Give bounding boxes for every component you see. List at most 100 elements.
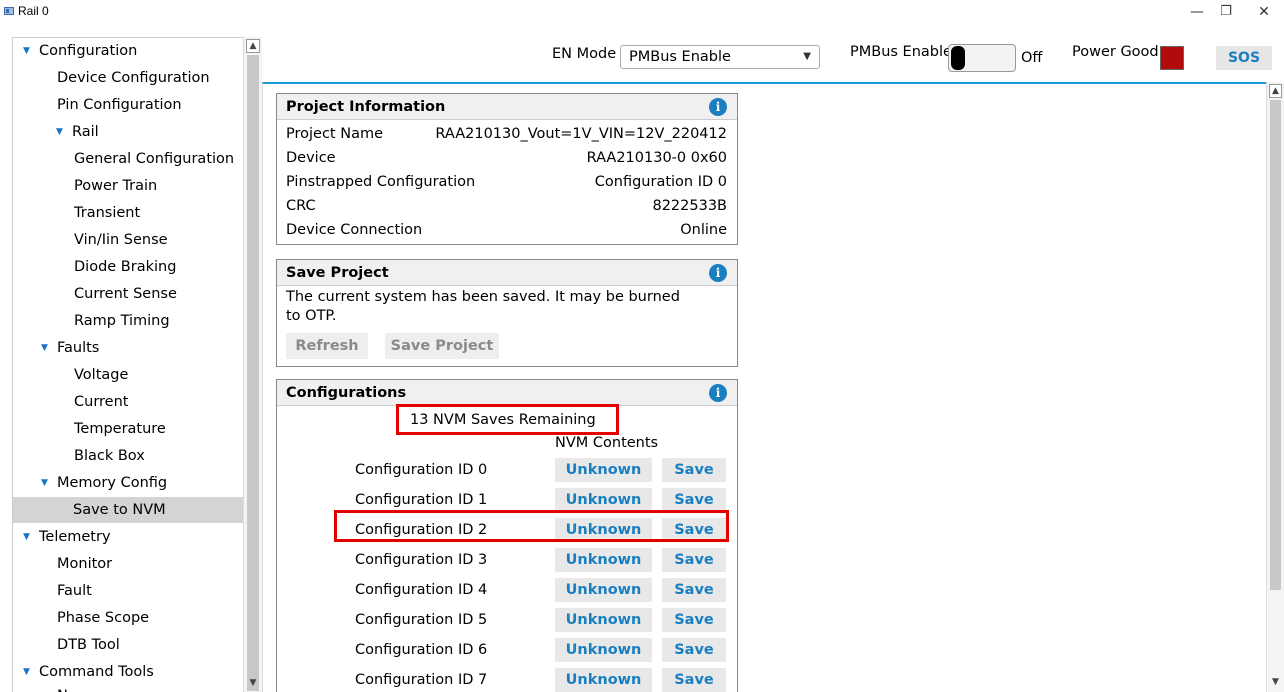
info-row: Project Name RAA210130_Vout=1V_VIN=12V_22…: [277, 122, 737, 146]
expand-arrow-icon[interactable]: ▼: [56, 119, 63, 145]
power-good-label: Power Good: [1072, 44, 1159, 60]
config-id-7-save-button[interactable]: Save: [662, 668, 726, 692]
config-id-3-save-button[interactable]: Save: [662, 548, 726, 572]
row-label: Device Connection: [286, 222, 423, 238]
tree-transient[interactable]: Transient: [74, 200, 140, 226]
tree-dtb-tool[interactable]: DTB Tool: [57, 632, 120, 658]
power-good-indicator: [1160, 46, 1184, 70]
expand-arrow-icon[interactable]: ▼: [23, 38, 30, 64]
navigation-tree: ▼ Configuration Device Configuration Pin…: [12, 37, 262, 692]
info-icon[interactable]: i: [709, 384, 727, 402]
sidebar-scrollbar[interactable]: ▲ ▼: [243, 37, 262, 692]
config-id-1-nvm-status[interactable]: Unknown: [555, 488, 652, 512]
tree-rail[interactable]: ▼ Rail: [56, 119, 99, 145]
scroll-up-icon[interactable]: ▲: [1269, 84, 1282, 98]
row-label: Pinstrapped Configuration: [286, 174, 476, 190]
row-value: Online: [680, 222, 727, 238]
expand-arrow-icon[interactable]: ▼: [41, 470, 48, 496]
tree-ramp-timing[interactable]: Ramp Timing: [74, 308, 170, 334]
close-button[interactable]: ✕: [1244, 2, 1284, 22]
tree-black-box[interactable]: Black Box: [74, 443, 145, 469]
config-id-3-nvm-status[interactable]: Unknown: [555, 548, 652, 572]
save-message-line-1: The current system has been saved. It ma…: [286, 289, 680, 305]
nvm-contents-header: NVM Contents: [555, 435, 659, 451]
main-scrollbar[interactable]: ▲ ▼: [1266, 82, 1284, 692]
en-mode-label: EN Mode: [552, 46, 617, 62]
scroll-up-icon[interactable]: ▲: [246, 39, 260, 53]
tree-label: Telemetry: [39, 529, 111, 545]
tree-faults[interactable]: ▼ Faults: [41, 335, 100, 361]
config-id-5-save-button[interactable]: Save: [662, 608, 726, 632]
info-icon[interactable]: i: [709, 98, 727, 116]
config-id-0-save-button[interactable]: Save: [662, 458, 726, 482]
tree-label: Command Tools: [39, 664, 154, 680]
title-bar: Rail 0 — ❐ ✕: [0, 0, 1284, 26]
scroll-thumb[interactable]: [1270, 100, 1281, 590]
highlight-box: [334, 510, 729, 542]
scroll-down-icon[interactable]: ▼: [246, 677, 260, 691]
toggle-knob[interactable]: [951, 46, 965, 70]
tree-device-configuration[interactable]: Device Configuration: [57, 65, 210, 91]
scroll-thumb[interactable]: [247, 55, 259, 691]
panel-header: Save Project i: [277, 260, 737, 286]
panel-title: Project Information: [286, 99, 446, 115]
config-id-7-nvm-status[interactable]: Unknown: [555, 668, 652, 692]
info-icon[interactable]: i: [709, 264, 727, 282]
tree-current-sense[interactable]: Current Sense: [74, 281, 177, 307]
expand-arrow-icon[interactable]: ▼: [23, 524, 30, 550]
expand-arrow-icon[interactable]: ▼: [41, 335, 48, 361]
refresh-button[interactable]: Refresh: [286, 333, 368, 359]
pmbus-enable-label: PMBus Enable: [850, 44, 952, 60]
tree-phase-scope[interactable]: Phase Scope: [57, 605, 149, 631]
tree-vin-iin-sense[interactable]: Vin/Iin Sense: [74, 227, 168, 253]
pmbus-enable-toggle[interactable]: [948, 44, 1016, 72]
tree-temperature[interactable]: Temperature: [74, 416, 166, 442]
save-project-button[interactable]: Save Project: [385, 333, 499, 359]
tree-telemetry[interactable]: ▼ Telemetry: [23, 524, 111, 550]
tree-monitor[interactable]: Monitor: [57, 551, 112, 577]
en-mode-select[interactable]: PMBus Enable ▼: [620, 45, 820, 69]
tree-item-partial[interactable]: N...: [57, 683, 82, 692]
pmbus-enable-state: Off: [1021, 50, 1043, 66]
info-row: Device RAA210130-0 0x60: [277, 146, 737, 170]
panel-title: Save Project: [286, 265, 389, 281]
scroll-down-icon[interactable]: ▼: [1269, 676, 1282, 690]
tree-memory-config[interactable]: ▼ Memory Config: [41, 470, 167, 496]
app-icon: [4, 7, 14, 15]
config-id-5-label: Configuration ID 5: [355, 612, 488, 628]
row-value: Configuration ID 0: [594, 174, 727, 190]
config-id-4-label: Configuration ID 4: [355, 582, 488, 598]
config-id-6-save-button[interactable]: Save: [662, 638, 726, 662]
row-value: RAA210130_Vout=1V_VIN=12V_220412: [435, 126, 727, 142]
expand-arrow-icon[interactable]: ▼: [23, 659, 30, 685]
tree-save-to-nvm[interactable]: Save to NVM: [13, 497, 244, 523]
tree-diode-braking[interactable]: Diode Braking: [74, 254, 176, 280]
tree-pin-configuration[interactable]: Pin Configuration: [57, 92, 182, 118]
config-id-4-save-button[interactable]: Save: [662, 578, 726, 602]
tree-power-train[interactable]: Power Train: [74, 173, 157, 199]
config-id-1-save-button[interactable]: Save: [662, 488, 726, 512]
config-id-7-label: Configuration ID 7: [355, 672, 488, 688]
config-id-5-nvm-status[interactable]: Unknown: [555, 608, 652, 632]
tree-current[interactable]: Current: [74, 389, 128, 415]
row-label: CRC: [286, 198, 316, 214]
en-mode-value: PMBus Enable: [629, 49, 731, 65]
config-id-6-nvm-status[interactable]: Unknown: [555, 638, 652, 662]
tree-general-configuration[interactable]: General Configuration: [74, 146, 234, 172]
config-id-0-label: Configuration ID 0: [355, 462, 488, 478]
panel-title: Configurations: [286, 385, 407, 401]
tree-voltage[interactable]: Voltage: [74, 362, 128, 388]
info-row: CRC 8222533B: [277, 194, 737, 218]
tree-fault[interactable]: Fault: [57, 578, 92, 604]
config-id-3-label: Configuration ID 3: [355, 552, 488, 568]
sos-button[interactable]: SOS: [1216, 46, 1272, 70]
tree-configuration[interactable]: ▼ Configuration: [23, 38, 137, 64]
tree-label: Rail: [72, 124, 99, 140]
config-id-0-nvm-status[interactable]: Unknown: [555, 458, 652, 482]
config-id-4-nvm-status[interactable]: Unknown: [555, 578, 652, 602]
restore-button[interactable]: ❐: [1206, 2, 1246, 22]
tree-command-tools[interactable]: ▼ Command Tools: [23, 659, 154, 685]
tree-label: Faults: [57, 340, 100, 356]
panel-header: Project Information i: [277, 94, 737, 120]
highlight-box: [396, 404, 619, 435]
